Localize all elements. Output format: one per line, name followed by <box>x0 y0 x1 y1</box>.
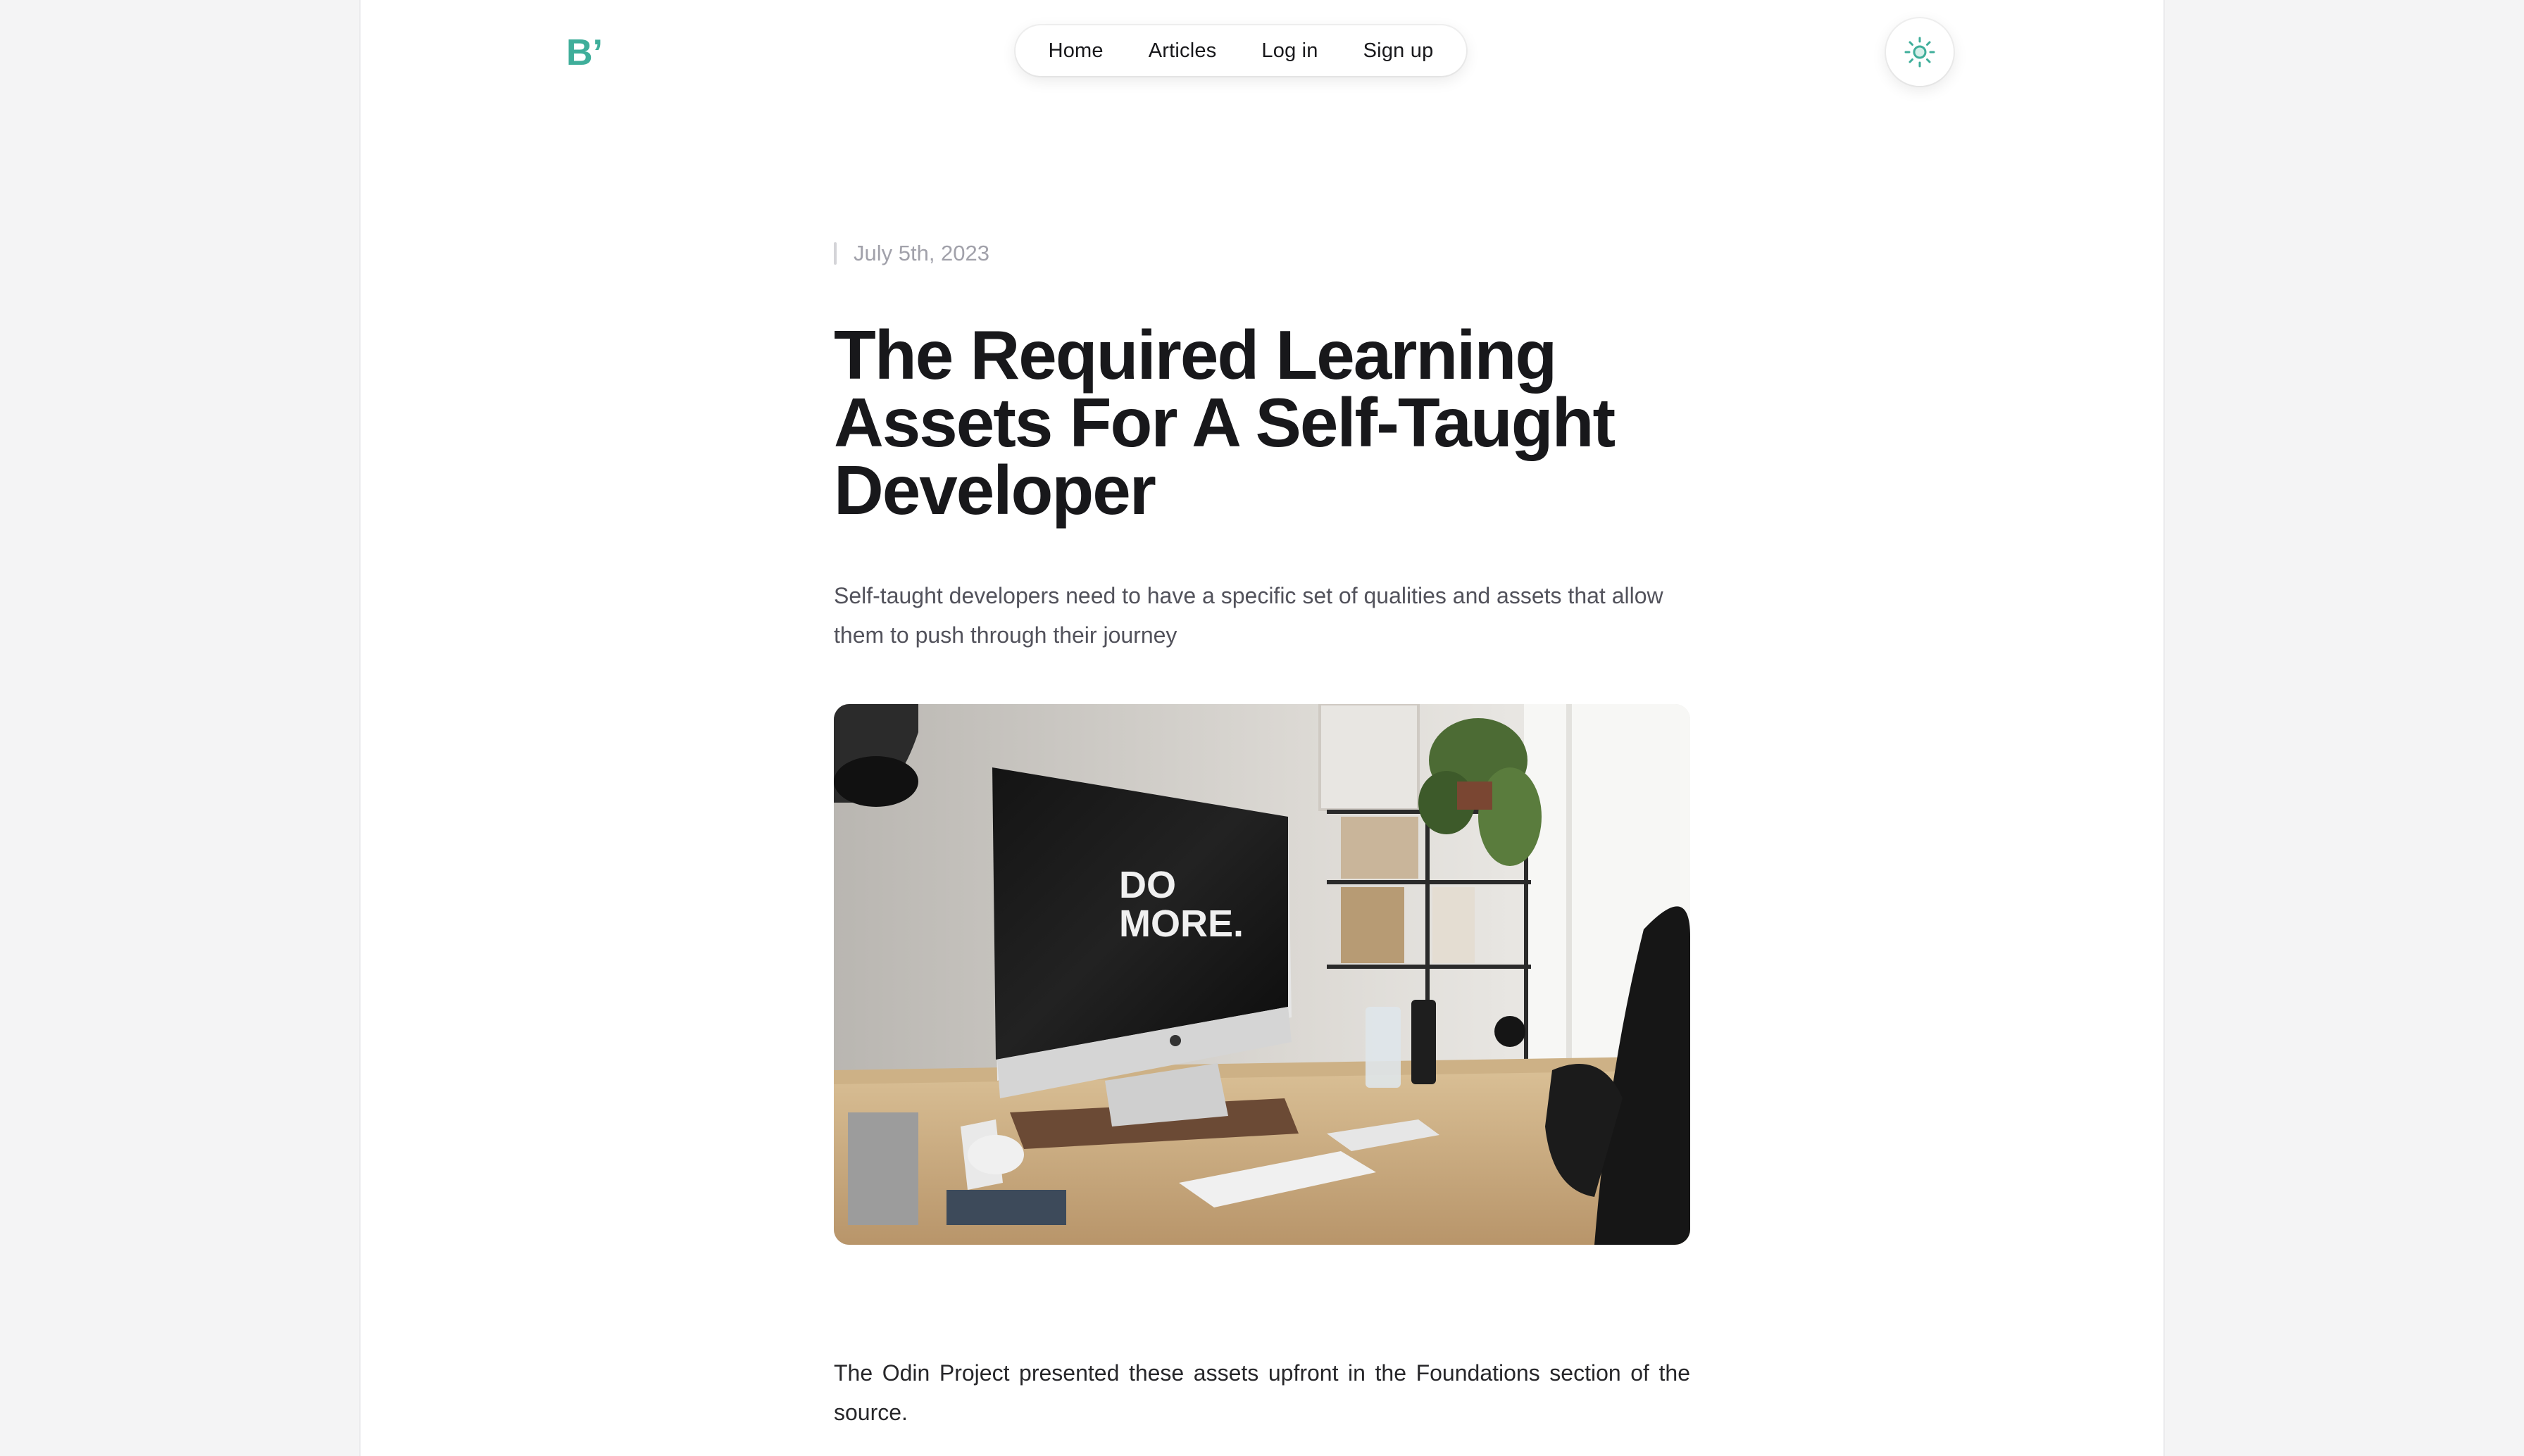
svg-text:B’: B’ <box>566 32 603 70</box>
article-hero-image: DO MORE. <box>834 704 1690 1245</box>
article-date: July 5th, 2023 <box>834 239 989 268</box>
sun-icon <box>1904 37 1935 68</box>
article-title: The Required Learning Assets For A Self-… <box>834 316 1616 529</box>
main-nav: Home Articles Log in Sign up <box>1016 25 1466 76</box>
date-divider <box>834 242 837 265</box>
nav-item-signup[interactable]: Sign up <box>1363 39 1434 63</box>
site-logo[interactable]: B’ <box>566 31 608 73</box>
svg-text:DO: DO <box>1119 864 1176 906</box>
logo-mark: B’ <box>566 32 603 73</box>
nav-item-login[interactable]: Log in <box>1261 39 1318 63</box>
svg-text:MORE.: MORE. <box>1119 903 1244 945</box>
article-date-text: July 5th, 2023 <box>854 241 990 265</box>
desk-photo: DO MORE. <box>834 704 1690 1245</box>
article-paragraph: The Odin Project presented these assets … <box>834 1360 1690 1425</box>
theme-toggle-button[interactable] <box>1886 18 1954 86</box>
article-lede: Self-taught developers need to have a sp… <box>834 583 1663 648</box>
browser-viewport: B’ Home Articles Log in Sign up July 5th… <box>0 0 2524 1456</box>
nav-item-home[interactable]: Home <box>1049 39 1104 63</box>
page-container: B’ Home Articles Log in Sign up July 5th… <box>361 0 2163 1456</box>
nav-item-articles[interactable]: Articles <box>1149 39 1217 63</box>
